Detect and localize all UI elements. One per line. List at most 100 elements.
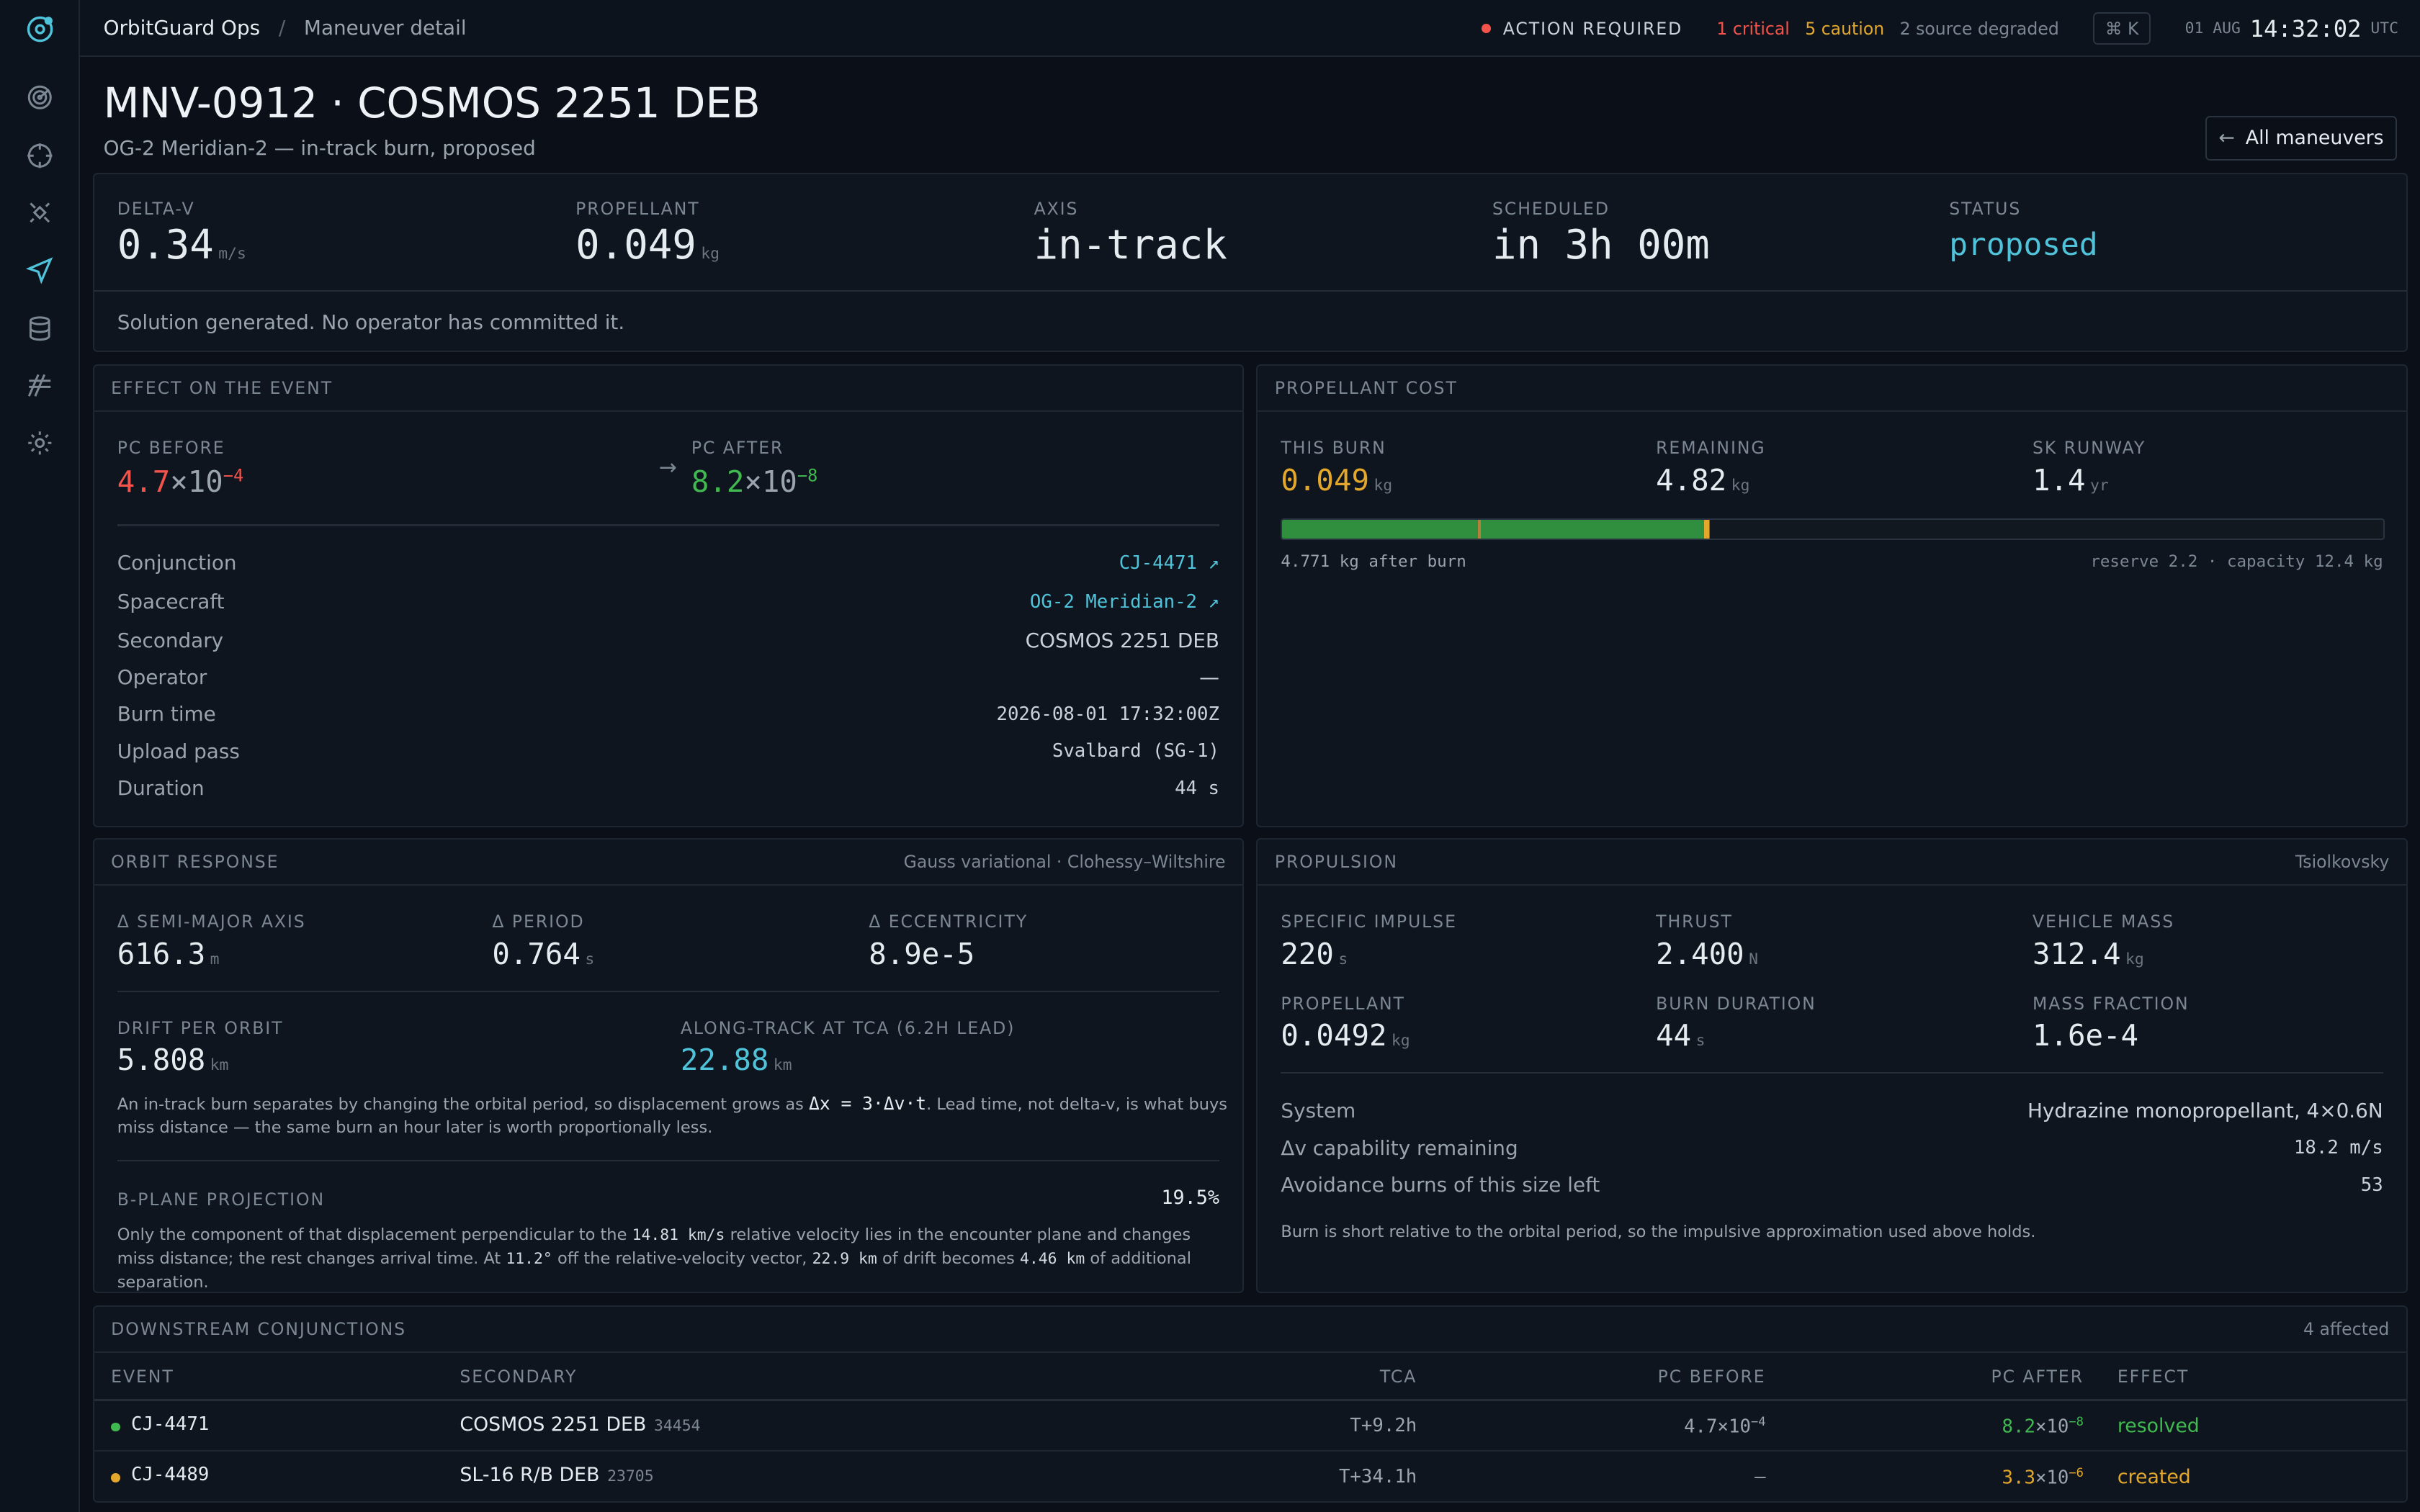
tca-value: T+34.1h [1338,1465,1417,1488]
radar-icon[interactable] [22,78,58,115]
secondary-name: SL-16 R/B DEB 23705 [460,1464,654,1487]
critical-count[interactable]: 1 critical [1716,19,1789,39]
capacity-note: reserve 2.2 · capacity 12.4 kg [2090,552,2383,571]
column-header-pc-before[interactable]: PC BEFORE [1658,1367,1766,1387]
column-header-secondary[interactable]: SECONDARY [460,1367,577,1387]
isp-label: SPECIFIC IMPULSE [1281,912,1457,932]
database-icon[interactable] [22,310,58,347]
column-header-event[interactable]: EVENT [111,1367,174,1387]
top-bar: OrbitGuard Ops / Maneuver detail ACTION … [80,0,2420,58]
pc-after-value: 8.2×10−8 [691,464,818,499]
propellant-cost-panel: PROPELLANT COST THIS BURN 0.049 kg REMAIN… [1256,364,2408,827]
downstream-panel-header: DOWNSTREAM CONJUNCTIONS 4 affected [94,1307,2406,1354]
date: 01 AUG [2184,19,2241,38]
downstream-panel-title: DOWNSTREAM CONJUNCTIONS [111,1318,407,1339]
isp-value: 220 s [1281,936,1348,971]
effect-panel: EFFECT ON THE EVENT PC BEFORE 4.7×10−4 →… [92,364,1245,827]
spacecraft-link[interactable]: OG-2 Meridian-2 ↗ [1030,591,1219,613]
antenna-icon[interactable] [22,367,58,404]
cost-panel-header: PROPELLANT COST [1258,366,2406,412]
along-track-value: 22.88 km [680,1043,792,1078]
page-title: MNV-0912 · COSMOS 2251 DEB [103,78,761,128]
conjunction-link[interactable]: CJ-4471 ↗ [1119,552,1219,574]
alert-dot-icon [1481,24,1491,34]
kv-burn-time: Burn time 2026-08-01 17:32:00Z [117,702,1219,726]
bplane-note: Only the component of that displacement … [117,1225,1191,1292]
divider [117,990,1219,992]
orbit-method: Gauss variational · Clohessy–Wiltshire [903,851,1226,872]
burn-marker [1704,519,1709,539]
prop-value: 0.0492 kg [1281,1018,1410,1053]
degraded-count[interactable]: 2 source degraded [1900,19,2059,39]
axis-label: AXIS [1034,199,1079,220]
status-dot-icon [111,1473,120,1483]
effect-badge: resolved [2117,1414,2200,1437]
clock: 14:32:02 [2249,14,2362,42]
period-note: An in-track burn separates by changing t… [117,1092,1228,1138]
all-maneuvers-button[interactable]: ← All maneuvers [2205,115,2397,161]
propulsion-note: Burn is short relative to the orbital pe… [1281,1222,2036,1241]
kv-operator: Operator — [117,665,1219,690]
pc-after-cell: 8.2×10−8 [2002,1414,2084,1438]
vehicle-mass-label: VEHICLE MASS [2032,912,2175,932]
secondary-name: COSMOS 2251 DEB 34454 [460,1413,701,1436]
satellite-icon[interactable] [22,194,58,231]
tca-value: T+9.2h [1350,1414,1417,1436]
effect-panel-header: EFFECT ON THE EVENT [94,366,1243,412]
kv-secondary: Secondary COSMOS 2251 DEB [117,628,1219,652]
sma-value: 616.3 m [117,936,220,971]
effect-panel-title: EFFECT ON THE EVENT [111,377,333,398]
along-track-label: ALONG-TRACK AT TCA (6.2H LEAD) [680,1018,1016,1039]
bplane-label: B-PLANE PROJECTION [117,1189,326,1210]
affected-count: 4 affected [2303,1318,2390,1339]
burn-duration-value: 44 s [1656,1018,1706,1053]
sk-runway-label: SK RUNWAY [2032,438,2146,459]
divider [1281,1072,2383,1074]
kv-system: System Hydrazine monopropellant, 4×0.6N [1281,1099,2383,1123]
this-burn-label: THIS BURN [1281,438,1386,459]
nav-rail [0,0,81,1512]
vehicle-mass-value: 312.4 kg [2032,936,2144,971]
table-row[interactable]: CJ-4489 SL-16 R/B DEB 23705 T+34.1h — 3.3… [94,1453,2406,1501]
mass-fraction-value: 1.6e-4 [2032,1018,2139,1053]
propellant-remaining-fill [1282,519,1711,539]
summary-panel: DELTA-V 0.34 m/s PROPELLANT 0.049 kg AXIS … [92,173,2408,352]
send-icon[interactable] [22,251,58,288]
axis-value: in-track [1034,222,1227,269]
mass-fraction-label: MASS FRACTION [2032,993,2190,1014]
event-id[interactable]: CJ-4489 [131,1464,209,1485]
status-label: STATUS [1949,199,2022,220]
column-header-tca[interactable]: TCA [1380,1367,1417,1387]
propellant-value: 0.049 kg [575,222,720,269]
bplane-value: 19.5% [1161,1186,1219,1209]
pc-after-cell: 3.3×10−6 [2002,1465,2084,1489]
burn-duration-label: BURN DURATION [1656,993,1816,1014]
eccentricity-value: 8.9e-5 [869,936,975,971]
propellant-bar [1281,518,2385,540]
app-name[interactable]: OrbitGuard Ops [104,16,261,40]
settings-icon[interactable] [22,424,58,461]
period-value: 0.764 s [492,936,595,971]
action-required-label[interactable]: ACTION REQUIRED [1503,19,1683,39]
pc-before-label: PC BEFORE [117,438,225,459]
reserve-marker [1477,519,1481,539]
effect-badge: created [2117,1465,2191,1488]
remaining-label: REMAINING [1656,438,1766,459]
kv-upload-pass: Upload pass Svalbard (SG-1) [117,739,1219,763]
caution-count[interactable]: 5 caution [1805,19,1884,39]
arrow-right-icon: → [658,454,677,480]
table-row[interactable]: CJ-4471 COSMOS 2251 DEB 34454 T+9.2h 4.7×… [94,1401,2406,1452]
summary-note: Solution generated. No operator has comm… [117,310,625,334]
column-header-pc-after[interactable]: PC AFTER [1991,1367,2084,1387]
crosshair-icon[interactable] [22,138,58,174]
command-palette-button[interactable]: ⌘ K [2092,12,2151,45]
event-id[interactable]: CJ-4471 [131,1413,209,1435]
arrow-left-icon: ← [2218,127,2235,150]
downstream-panel: DOWNSTREAM CONJUNCTIONS 4 affected EVENT … [92,1305,2408,1503]
period-label: Δ PERIOD [492,912,585,932]
column-header-effect[interactable]: EFFECT [2118,1367,2189,1387]
this-burn-value: 0.049 kg [1281,462,1393,498]
divider [94,289,2406,292]
orbit-logo-icon[interactable] [22,11,58,48]
sk-runway-value: 1.4 yr [2032,462,2109,498]
